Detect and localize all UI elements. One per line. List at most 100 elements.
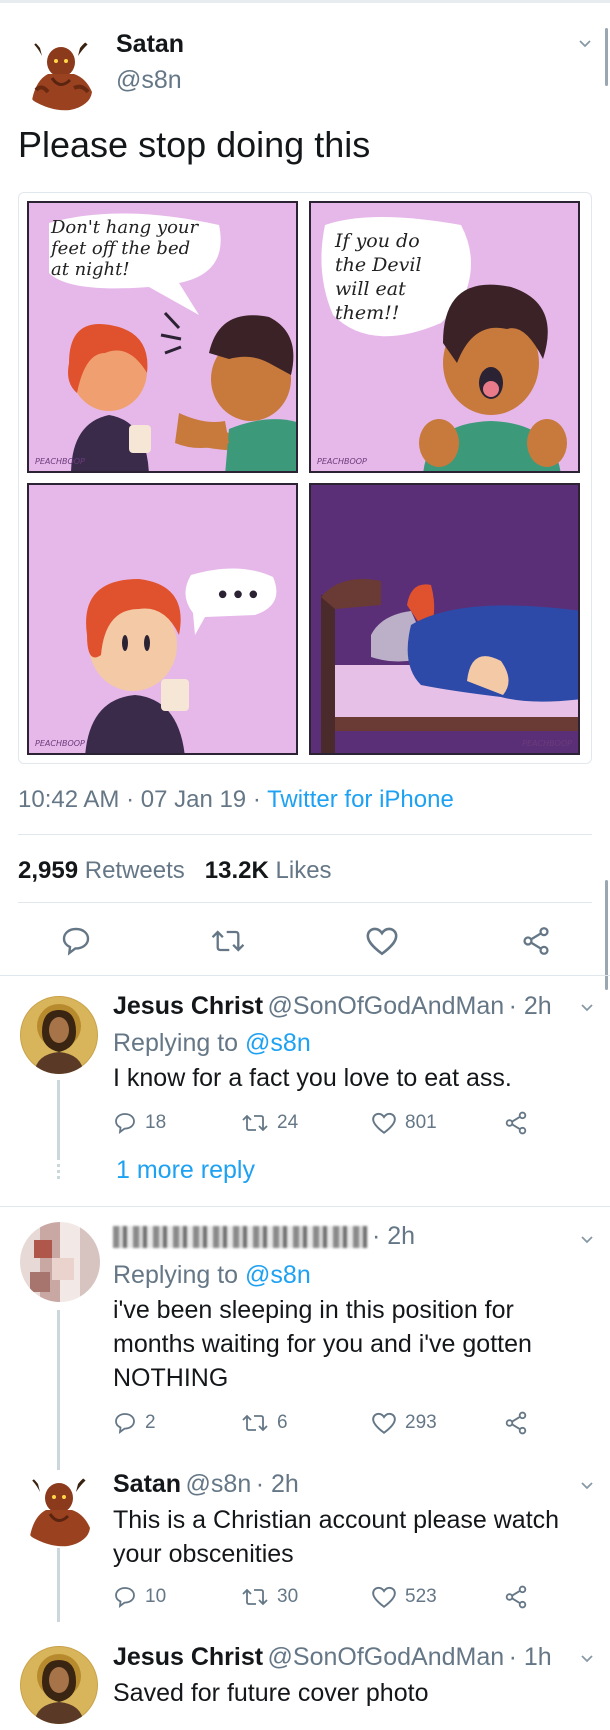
reply-icon[interactable] xyxy=(60,925,92,957)
comic-panel-1: Don't hang your feet off the bed at nigh… xyxy=(27,201,298,473)
like-icon[interactable] xyxy=(365,925,399,957)
reply-button[interactable]: 10 xyxy=(113,1585,241,1609)
chevron-down-icon[interactable] xyxy=(580,1232,594,1246)
reply-button[interactable]: 18 xyxy=(113,1111,241,1135)
reply-author-name[interactable]: Jesus Christ xyxy=(113,992,263,1020)
like-count: 293 xyxy=(405,1412,437,1433)
thread-line xyxy=(57,1080,60,1160)
divider xyxy=(18,834,592,835)
reply-icon xyxy=(115,1587,135,1608)
share-icon[interactable] xyxy=(503,1584,529,1610)
tweet-stats: 2,959 Retweets 13.2K Likes xyxy=(18,857,332,885)
reply-icon xyxy=(115,1413,135,1434)
retweet-button[interactable]: 24 xyxy=(241,1111,371,1135)
user-avatar-blurred[interactable] xyxy=(20,1222,100,1302)
tweet-time: 10:42 AM xyxy=(18,786,120,813)
jesus-avatar[interactable] xyxy=(20,1646,98,1724)
scrollbar-thumb[interactable] xyxy=(605,880,608,990)
retweets-count: 2,959 xyxy=(18,857,79,884)
like-icon xyxy=(372,1412,396,1434)
reply-time: · 1h xyxy=(508,1643,552,1671)
reply-header-4: Jesus Christ @SonOfGodAndMan · 1h xyxy=(113,1643,552,1672)
share-icon[interactable] xyxy=(503,1110,529,1136)
tweet-date: 07 Jan 19 xyxy=(140,786,247,813)
like-button[interactable]: 293 xyxy=(371,1411,503,1435)
artist-signature-3: PEACHBOOP xyxy=(35,739,85,748)
scrollbar-thumb-top[interactable] xyxy=(605,28,608,86)
retweet-button[interactable]: 30 xyxy=(241,1585,371,1609)
artist-signature: PEACHBOOP xyxy=(35,457,85,466)
blurred-user-name[interactable] xyxy=(113,1225,368,1248)
reply-time: · 2h xyxy=(255,1470,299,1498)
thread-dots xyxy=(57,1164,60,1182)
more-replies-link[interactable]: 1 more reply xyxy=(116,1156,255,1185)
likes-stat[interactable]: 13.2K Likes xyxy=(205,857,332,884)
reply-header-2: · 2h xyxy=(113,1222,415,1251)
retweets-stat[interactable]: 2,959 Retweets xyxy=(18,857,185,884)
chevron-down-icon[interactable] xyxy=(580,1478,594,1492)
chevron-down-icon[interactable] xyxy=(580,1651,594,1665)
panel-2-speech: If you do the Devil will eat them!! xyxy=(335,230,422,324)
comic-image[interactable]: Don't hang your feet off the bed at nigh… xyxy=(18,192,592,764)
reply-time: · 2h xyxy=(508,992,552,1020)
retweet-icon xyxy=(242,1114,268,1132)
author-handle[interactable]: @s8n xyxy=(116,66,182,95)
retweet-count: 30 xyxy=(277,1586,299,1607)
retweet-icon xyxy=(242,1588,268,1606)
chevron-down-icon[interactable] xyxy=(580,1000,594,1014)
reply-header-3: Satan @s8n · 2h xyxy=(113,1470,299,1499)
artist-signature-2: PEACHBOOP xyxy=(317,457,367,466)
panel-3-speech: ••• xyxy=(215,581,262,611)
replying-to: Replying to @s8n xyxy=(113,1258,311,1292)
satan-avatar[interactable] xyxy=(20,1470,98,1548)
divider xyxy=(0,1206,610,1207)
share-icon[interactable] xyxy=(503,1410,529,1436)
like-icon xyxy=(372,1586,396,1608)
reply-button[interactable]: 2 xyxy=(113,1411,241,1435)
reply-text: i've been sleeping in this position for … xyxy=(113,1296,532,1392)
artist-signature-4: PEACHBOOP xyxy=(522,739,572,748)
retweets-label: Retweets xyxy=(84,857,185,884)
chevron-down-icon[interactable] xyxy=(578,36,592,50)
like-button[interactable]: 801 xyxy=(371,1111,503,1135)
like-button[interactable]: 523 xyxy=(371,1585,503,1609)
tweet-meta: 10:42 AM · 07 Jan 19 · Twitter for iPhon… xyxy=(18,786,454,813)
reply-count: 2 xyxy=(145,1412,156,1433)
reply-text: I know for a fact you love to eat ass. xyxy=(113,1064,512,1092)
tweet-text: Please stop doing this xyxy=(18,124,371,165)
retweet-icon[interactable] xyxy=(210,925,246,957)
author-name[interactable]: Satan xyxy=(116,30,184,59)
retweet-icon xyxy=(242,1414,268,1432)
replying-label: Replying to xyxy=(113,1029,239,1057)
satan-avatar[interactable] xyxy=(22,34,100,112)
divider xyxy=(18,902,592,903)
replying-to-handle[interactable]: @s8n xyxy=(245,1261,311,1289)
retweet-button[interactable]: 6 xyxy=(241,1411,371,1435)
like-icon xyxy=(372,1112,396,1134)
reply-count: 18 xyxy=(145,1112,167,1133)
retweet-count: 24 xyxy=(277,1112,299,1133)
retweet-count: 6 xyxy=(277,1412,288,1433)
panel-1-speech: Don't hang your feet off the bed at nigh… xyxy=(51,217,199,280)
replying-to-handle[interactable]: @s8n xyxy=(245,1029,311,1057)
thread-line xyxy=(57,1310,60,1622)
reply-author-handle[interactable]: @SonOfGodAndMan xyxy=(268,1643,505,1671)
reply-header: Jesus Christ @SonOfGodAndMan · 2h xyxy=(113,992,552,1021)
reply-actions: 2 6 293 xyxy=(113,1410,533,1436)
jesus-avatar[interactable] xyxy=(20,996,98,1074)
reply-time: · 2h xyxy=(372,1222,416,1250)
reply-text: Saved for future cover photo xyxy=(113,1679,429,1707)
top-border xyxy=(0,0,610,3)
likes-label: Likes xyxy=(275,857,332,884)
likes-count: 13.2K xyxy=(204,857,269,884)
tweet-source[interactable]: Twitter for iPhone xyxy=(267,786,454,813)
like-count: 801 xyxy=(405,1112,437,1133)
reply-author-handle[interactable]: @SonOfGodAndMan xyxy=(268,992,505,1020)
reply-author-handle[interactable]: @s8n xyxy=(186,1470,252,1498)
reply-icon xyxy=(115,1113,135,1134)
reply-author-name[interactable]: Jesus Christ xyxy=(113,1643,263,1671)
comic-panel-2: If you do the Devil will eat them!! PEAC… xyxy=(309,201,580,473)
comic-panel-4: PEACHBOOP xyxy=(309,483,580,755)
share-icon[interactable] xyxy=(520,925,552,957)
reply-author-name[interactable]: Satan xyxy=(113,1470,181,1498)
